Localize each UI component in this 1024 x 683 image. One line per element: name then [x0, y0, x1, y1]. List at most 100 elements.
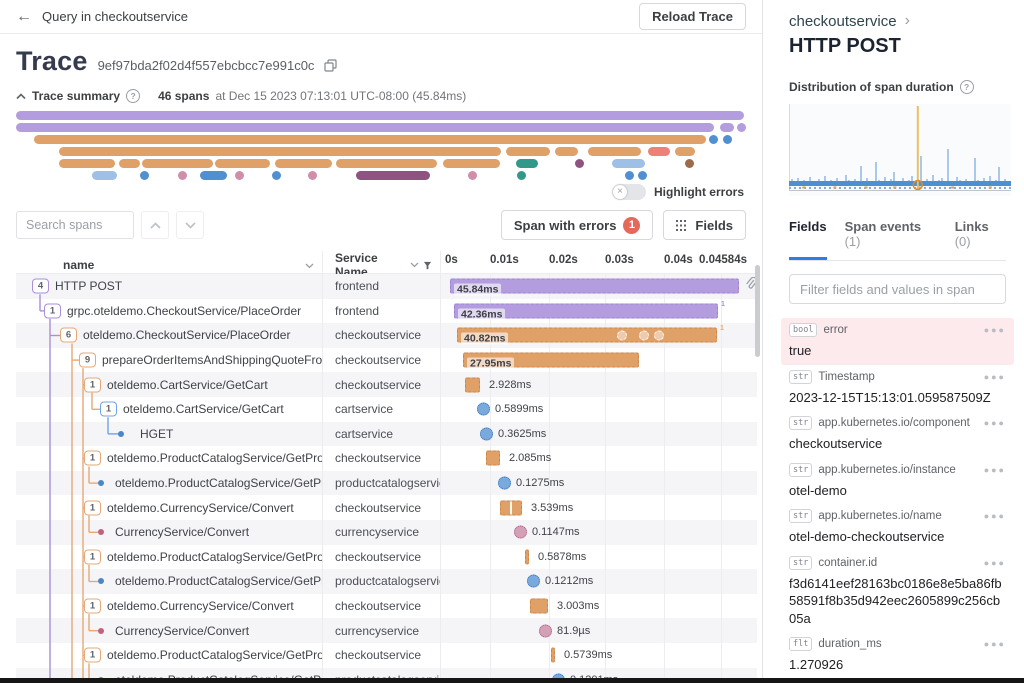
minimap-span[interactable]	[142, 159, 213, 168]
minimap-span[interactable]	[308, 171, 317, 180]
minimap-span[interactable]	[517, 171, 526, 180]
filter-fields-input[interactable]	[789, 274, 1006, 304]
duration-cell[interactable]: 0.5878ms	[440, 545, 757, 570]
minimap-span[interactable]	[625, 171, 634, 180]
instant-span-marker[interactable]	[480, 427, 493, 440]
search-spans-input[interactable]	[16, 211, 134, 239]
duration-cell[interactable]: 45.84ms	[440, 274, 757, 299]
minimap-span[interactable]	[16, 111, 744, 120]
service-breadcrumb[interactable]: checkoutservice	[789, 13, 897, 30]
prev-match-button[interactable]	[141, 211, 169, 239]
field-item[interactable]: strapp.kubernetes.io/component●●●checkou…	[781, 411, 1014, 458]
field-item[interactable]: strTimestamp●●●2023-12-15T15:13:01.05958…	[781, 365, 1014, 412]
sort-chevron-icon[interactable]	[305, 258, 314, 272]
duration-cell[interactable]: 0.5739ms	[440, 643, 757, 668]
span-duration-bar[interactable]	[551, 648, 555, 663]
instant-span-marker[interactable]	[527, 575, 540, 588]
field-menu-dots[interactable]: ●●●	[984, 372, 1006, 382]
minimap-span[interactable]	[272, 171, 281, 180]
info-icon[interactable]: ?	[960, 80, 974, 94]
instant-span-marker[interactable]	[514, 526, 527, 539]
field-item[interactable]: strapp.kubernetes.io/name●●●otel-demo-ch…	[781, 504, 1014, 551]
span-duration-bar[interactable]	[465, 377, 480, 392]
minimap-span[interactable]	[275, 159, 332, 168]
span-event-marker[interactable]	[617, 331, 627, 341]
span-duration-bar[interactable]	[500, 500, 522, 515]
minimap-span[interactable]	[119, 159, 140, 168]
duration-cell[interactable]: 81.9µs	[440, 618, 757, 643]
minimap-span[interactable]	[356, 171, 430, 180]
minimap-span[interactable]	[235, 171, 244, 180]
minimap-span[interactable]	[737, 123, 746, 132]
span-event-marker[interactable]	[654, 331, 664, 341]
duration-cell[interactable]: 0.1275ms	[440, 471, 757, 496]
span-with-errors-button[interactable]: Span with errors 1	[501, 210, 654, 240]
span-duration-bar[interactable]: 40.82ms	[457, 328, 717, 343]
minimap-span[interactable]	[638, 171, 647, 180]
minimap-span[interactable]	[675, 147, 695, 156]
duration-cell[interactable]: 40.82ms1	[440, 323, 757, 348]
minimap-span[interactable]	[16, 123, 714, 132]
duration-cell[interactable]: 0.5899ms	[440, 397, 757, 422]
highlight-errors-toggle[interactable]: ×	[612, 184, 646, 200]
field-item[interactable]: boolerror●●●true	[781, 318, 1014, 365]
field-menu-dots[interactable]: ●●●	[984, 558, 1006, 568]
trace-summary-label[interactable]: Trace summary	[32, 89, 120, 103]
filter-funnel-icon[interactable]	[423, 261, 432, 270]
collapse-chevron-icon[interactable]	[16, 93, 26, 100]
sort-chevron-icon[interactable]	[410, 262, 419, 268]
minimap-span[interactable]	[575, 159, 584, 168]
span-duration-bar[interactable]	[530, 599, 548, 614]
duration-cell[interactable]: 0.1147ms	[440, 520, 757, 545]
duration-cell[interactable]: 0.3625ms	[440, 422, 757, 447]
field-menu-dots[interactable]: ●●●	[984, 325, 1006, 335]
next-match-button[interactable]	[176, 211, 204, 239]
instant-span-marker[interactable]	[477, 403, 490, 416]
field-menu-dots[interactable]: ●●●	[984, 465, 1006, 475]
duration-cell[interactable]: 2.928ms	[440, 372, 757, 397]
copy-icon[interactable]	[324, 59, 337, 77]
minimap-span[interactable]	[34, 135, 706, 144]
minimap-span[interactable]	[648, 147, 670, 156]
vertical-scrollbar[interactable]	[755, 265, 760, 357]
duration-cell[interactable]: 2.085ms	[440, 446, 757, 471]
tab-links[interactable]: Links (0)	[955, 215, 1006, 260]
span-duration-bar[interactable]: 27.95ms	[463, 353, 639, 368]
duration-cell[interactable]: 0.1212ms	[440, 569, 757, 594]
minimap-span[interactable]	[720, 123, 734, 132]
minimap-span[interactable]	[92, 171, 117, 180]
duration-cell[interactable]: 3.003ms	[440, 594, 757, 619]
minimap-span[interactable]	[588, 147, 641, 156]
back-arrow-icon[interactable]: ←	[16, 8, 32, 26]
duration-cell[interactable]: 27.95ms	[440, 348, 757, 373]
minimap-span[interactable]	[336, 159, 437, 168]
span-duration-bar[interactable]	[486, 451, 500, 466]
minimap-span[interactable]	[709, 135, 718, 144]
trace-minimap[interactable]	[16, 111, 746, 181]
span-event-marker[interactable]	[639, 331, 649, 341]
fields-button[interactable]: Fields	[663, 210, 746, 240]
minimap-span[interactable]	[443, 159, 500, 168]
minimap-span[interactable]	[59, 159, 115, 168]
minimap-span[interactable]	[140, 171, 149, 180]
span-duration-bar[interactable]: 42.36ms	[454, 303, 718, 318]
duration-cell[interactable]: 0.1201ms	[440, 668, 757, 679]
tab-span-events[interactable]: Span events (1)	[845, 215, 937, 260]
duration-cell[interactable]: 3.539ms	[440, 495, 757, 520]
tab-fields[interactable]: Fields	[789, 215, 827, 260]
minimap-span[interactable]	[516, 159, 538, 168]
minimap-span[interactable]	[723, 135, 732, 144]
field-menu-dots[interactable]: ●●●	[984, 639, 1006, 649]
minimap-span[interactable]	[200, 171, 227, 180]
minimap-span[interactable]	[468, 171, 477, 180]
field-item[interactable]: strcontainer.id●●●f3d6141eef28163bc0186e…	[781, 551, 1014, 633]
duration-cell[interactable]: 42.36ms1	[440, 299, 757, 324]
field-menu-dots[interactable]: ●●●	[984, 511, 1006, 521]
minimap-span[interactable]	[215, 159, 270, 168]
minimap-span[interactable]	[612, 159, 645, 168]
span-duration-bar[interactable]	[525, 549, 529, 564]
minimap-span[interactable]	[178, 171, 187, 180]
span-duration-bar[interactable]: 45.84ms	[450, 279, 739, 294]
instant-span-marker[interactable]	[539, 624, 552, 637]
minimap-span[interactable]	[59, 147, 501, 156]
